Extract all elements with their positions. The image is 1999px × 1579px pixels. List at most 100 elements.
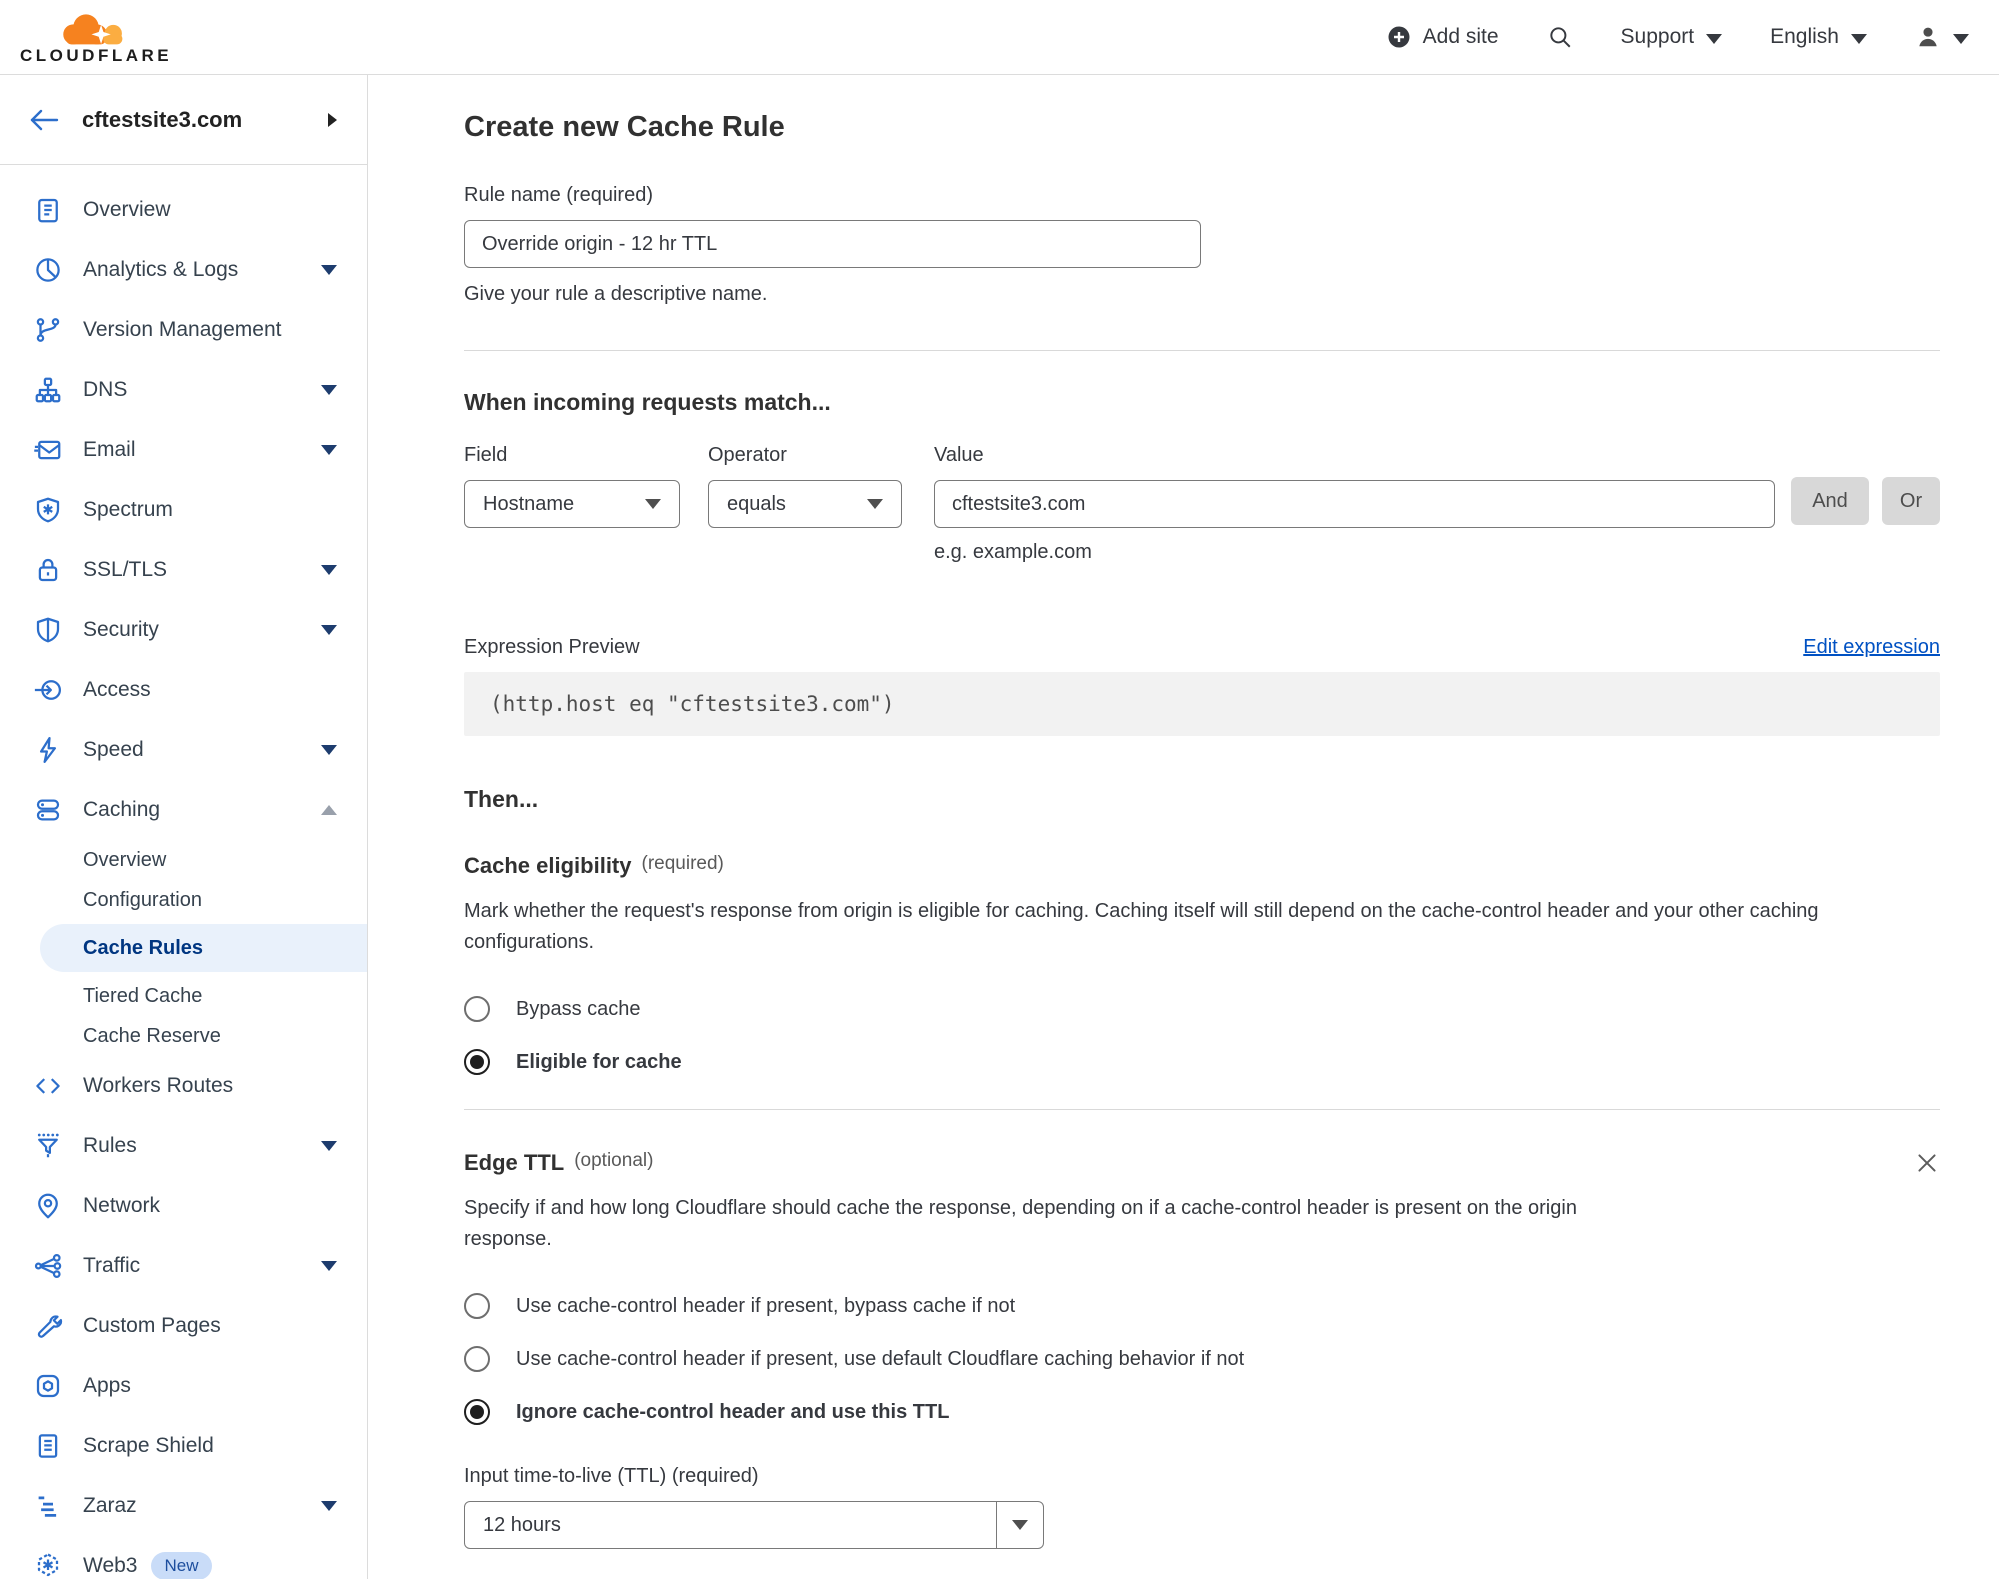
field-select[interactable]: Hostname xyxy=(464,480,680,528)
sidebar-item-label: Web3 xyxy=(83,1554,138,1577)
language-label: English xyxy=(1770,25,1839,48)
and-button[interactable]: And xyxy=(1791,477,1869,525)
sidebar-item-ssl-tls[interactable]: SSL/TLS xyxy=(0,540,367,600)
cloudflare-wordmark: CLOUDFLARE xyxy=(20,46,173,65)
site-name: cftestsite3.com xyxy=(82,106,243,132)
sidebar-item-speed[interactable]: Speed xyxy=(0,720,367,780)
search-icon[interactable] xyxy=(1547,24,1573,50)
sidebar-subitem-tiered-cache[interactable]: Tiered Cache xyxy=(0,976,367,1016)
chevron-down-icon xyxy=(645,499,661,509)
hexagon-asterisk-icon xyxy=(37,1553,59,1577)
sidebar-item-label: Email xyxy=(83,438,136,461)
shield-icon xyxy=(36,617,60,643)
field-label: Field xyxy=(464,444,508,466)
sidebar-item-zaraz[interactable]: Zaraz xyxy=(0,1476,367,1536)
sidebar-item-spectrum[interactable]: Spectrum xyxy=(0,480,367,540)
language-menu[interactable]: English xyxy=(1770,25,1867,49)
app-box-icon xyxy=(36,1374,60,1398)
match-row: Field Hostname Operator equals Value e.g… xyxy=(464,444,1940,564)
radio-label: Use cache-control header if present, use… xyxy=(516,1347,1245,1370)
sidebar-item-dns[interactable]: DNS xyxy=(0,360,367,420)
sidebar-item-email[interactable]: Email xyxy=(0,420,367,480)
sidebar-item-version-management[interactable]: Version Management xyxy=(0,300,367,360)
sidebar-subitem-caching-configuration[interactable]: Configuration xyxy=(0,880,367,920)
edge-ttl-option[interactable]: Use cache-control header if present, byp… xyxy=(464,1293,1940,1319)
sidebar-item-security[interactable]: Security xyxy=(0,600,367,660)
ttl-input-label: Input time-to-live (TTL) (required) xyxy=(464,1465,759,1487)
expression-preview-label: Expression Preview xyxy=(464,636,640,658)
sidebar-item-analytics-logs[interactable]: Analytics & Logs xyxy=(0,240,367,300)
edge-ttl-option[interactable]: Ignore cache-control header and use this… xyxy=(464,1399,1940,1425)
sidebar: cftestsite3.com Overview Analytics & Logs… xyxy=(0,75,368,1579)
sidebar-item-scrape-shield[interactable]: Scrape Shield xyxy=(0,1416,367,1476)
code-brackets-icon xyxy=(36,1078,60,1094)
ttl-select[interactable]: 12 hours xyxy=(464,1501,1044,1549)
sidebar-item-network[interactable]: Network xyxy=(0,1176,367,1236)
cache-eligibility-heading: Cache eligibility xyxy=(464,853,632,878)
sidebar-subitem-caching-overview[interactable]: Overview xyxy=(0,840,367,880)
lightning-icon xyxy=(40,737,56,763)
chevron-down-icon xyxy=(321,265,337,275)
edge-ttl-heading-row: Edge TTL (optional) xyxy=(464,1150,1940,1176)
sidebar-item-label: Spectrum xyxy=(83,498,173,521)
sidebar-item-access[interactable]: Access xyxy=(0,660,367,720)
value-input[interactable] xyxy=(934,480,1775,528)
sidebar-item-rules[interactable]: Rules xyxy=(0,1116,367,1176)
sidebar-item-label: Speed xyxy=(83,738,144,761)
edit-expression-link[interactable]: Edit expression xyxy=(1803,636,1940,659)
sidebar-item-label: Analytics & Logs xyxy=(83,258,239,281)
add-site-label: Add site xyxy=(1422,25,1499,48)
edge-ttl-option[interactable]: Use cache-control header if present, use… xyxy=(464,1346,1940,1372)
or-button[interactable]: Or xyxy=(1882,477,1940,525)
server-stack-icon xyxy=(36,799,60,821)
sidebar-subitem-cache-rules[interactable]: Cache Rules xyxy=(40,924,367,972)
new-badge: New xyxy=(151,1552,212,1579)
section-divider xyxy=(464,350,1940,351)
chevron-up-icon xyxy=(321,805,337,815)
sidebar-subitem-cache-reserve[interactable]: Cache Reserve xyxy=(0,1016,367,1056)
add-site-button[interactable]: Add site xyxy=(1387,25,1499,49)
sidebar-item-custom-pages[interactable]: Custom Pages xyxy=(0,1296,367,1356)
sidebar-item-apps[interactable]: Apps xyxy=(0,1356,367,1416)
plus-circle-icon xyxy=(1388,26,1410,48)
cache-eligibility-option[interactable]: Eligible for cache xyxy=(464,1049,1940,1075)
sidebar-item-web3[interactable]: Web3 New xyxy=(0,1536,367,1579)
cache-eligibility-option[interactable]: Bypass cache xyxy=(464,996,1940,1022)
operator-select[interactable]: equals xyxy=(708,480,902,528)
close-icon[interactable] xyxy=(1914,1150,1940,1176)
back-arrow-icon[interactable] xyxy=(28,107,60,133)
chevron-down-icon xyxy=(321,745,337,755)
radio-label: Eligible for cache xyxy=(516,1050,682,1073)
radio-button-selected[interactable] xyxy=(464,1049,490,1075)
git-branch-icon xyxy=(36,318,60,342)
radio-label: Use cache-control header if present, byp… xyxy=(516,1294,1016,1317)
field-select-value: Hostname xyxy=(483,492,575,515)
sidebar-item-label: Apps xyxy=(83,1374,131,1397)
sidebar-item-label: Custom Pages xyxy=(83,1314,221,1337)
chevron-down-icon xyxy=(321,565,337,575)
radio-button[interactable] xyxy=(464,1346,490,1372)
sidebar-item-overview[interactable]: Overview xyxy=(0,180,367,240)
lock-icon xyxy=(38,558,58,582)
radio-button-selected[interactable] xyxy=(464,1399,490,1425)
sidebar-item-workers-routes[interactable]: Workers Routes xyxy=(0,1056,367,1116)
ttl-select-arrow[interactable] xyxy=(996,1502,1043,1548)
sidebar-item-traffic[interactable]: Traffic xyxy=(0,1236,367,1296)
sidebar-item-caching[interactable]: Caching xyxy=(0,780,367,840)
site-switcher[interactable]: cftestsite3.com xyxy=(0,75,367,165)
cloudflare-cloud-icon xyxy=(63,14,123,45)
chevron-down-icon xyxy=(321,1501,337,1511)
support-menu[interactable]: Support xyxy=(1621,25,1723,49)
then-heading: Then... xyxy=(464,786,539,812)
clipboard-icon xyxy=(38,198,58,223)
account-menu[interactable] xyxy=(1915,24,1969,50)
rule-name-input[interactable] xyxy=(464,220,1201,268)
caret-down-icon xyxy=(1851,33,1867,44)
rule-name-help: Give your rule a descriptive name. xyxy=(464,283,768,305)
radio-button[interactable] xyxy=(464,1293,490,1319)
cloudflare-logo[interactable]: CLOUDFLARE xyxy=(20,8,172,66)
wrench-icon xyxy=(37,1315,63,1338)
sidebar-item-label: Network xyxy=(83,1194,161,1217)
radio-button[interactable] xyxy=(464,996,490,1022)
sidebar-item-label: Access xyxy=(83,678,151,701)
